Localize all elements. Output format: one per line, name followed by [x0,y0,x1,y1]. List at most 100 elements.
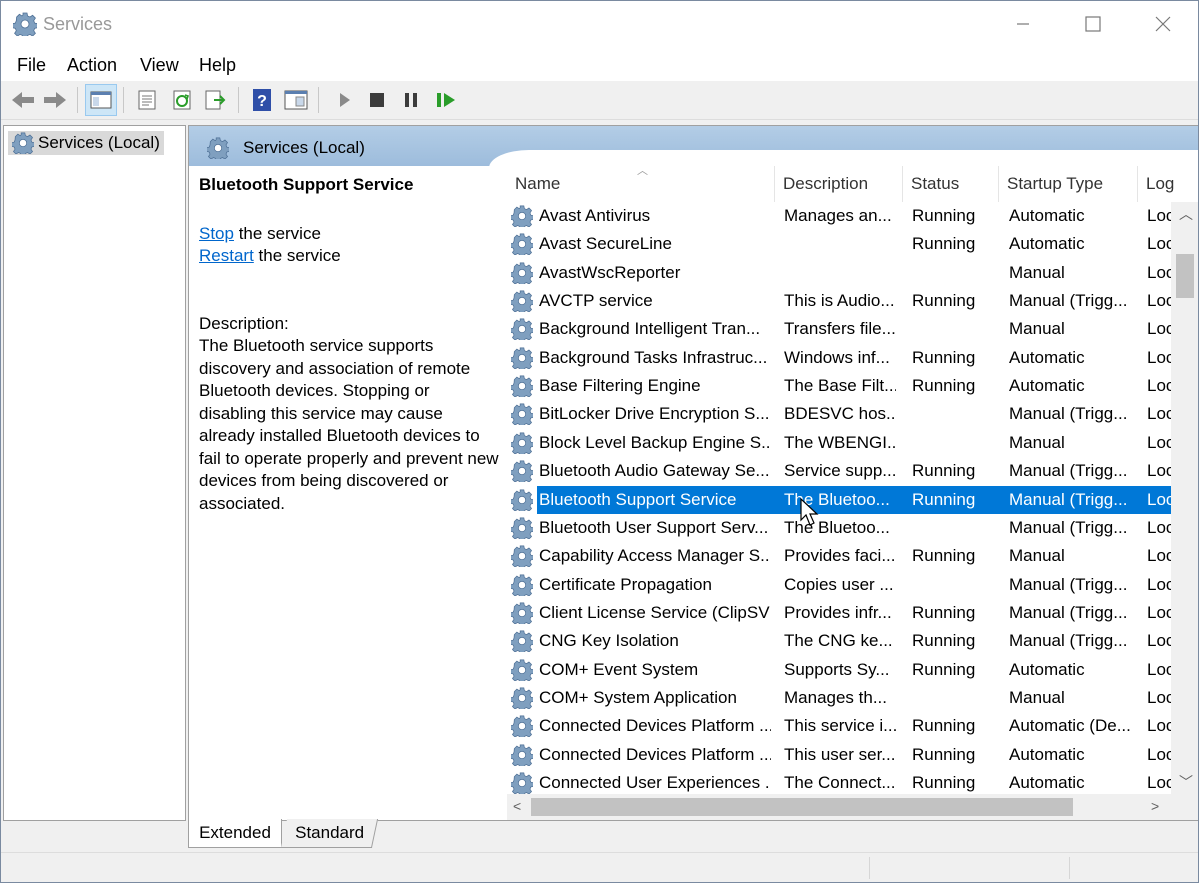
horizontal-scroll-thumb[interactable] [531,798,1073,816]
table-row[interactable]: Capability Access Manager S... Provides f… [507,542,1171,570]
service-gear-icon [511,233,533,255]
back-button[interactable] [7,84,39,116]
start-service-button[interactable] [328,84,360,116]
cell-name: Avast SecureLine [539,234,672,254]
pause-service-button[interactable] [395,84,427,116]
vertical-scroll-thumb[interactable] [1176,254,1194,298]
cell-startup-type: Manual (Trigg... [1009,489,1128,509]
cell-description: This user ser... [784,744,896,764]
services-gear-icon [207,137,229,159]
cell-log-on-as: Loc [1147,631,1171,651]
service-gear-icon [511,602,533,624]
scroll-right-icon[interactable]: > [1151,798,1159,814]
svg-text:?: ? [257,93,267,110]
service-gear-icon [511,744,533,766]
services-pane: Services (Local) Bluetooth Support Servi… [188,125,1198,821]
maximize-icon [1085,16,1101,32]
table-row[interactable]: COM+ System Application Manages th... Manu… [507,684,1171,712]
table-row[interactable]: Background Intelligent Tran... Transfers … [507,315,1171,343]
column-header-startup-type[interactable]: Startup Type [999,166,1138,202]
menu-help[interactable]: Help [199,55,236,76]
scroll-down-icon[interactable]: ﹀ [1179,772,1193,792]
cell-name: Certificate Propagation [539,574,712,594]
show-hide-console-tree-button[interactable] [85,84,117,116]
title-bar[interactable]: Services [1,1,1198,47]
cell-status: Running [912,234,976,254]
table-row[interactable]: COM+ Event System Supports Sy... Running Au… [507,656,1171,684]
column-header-description[interactable]: Description [775,166,903,202]
table-row[interactable]: Avast Antivirus Manages an... Running Autom… [507,202,1171,230]
services-gear-icon [12,132,34,154]
table-row[interactable]: Base Filtering Engine The Base Filt... Run… [507,372,1171,400]
cell-status: Running [912,546,976,566]
description-text: The Bluetooth service supports discovery… [199,336,499,513]
cell-name: Block Level Backup Engine S... [539,432,771,452]
forward-button[interactable] [39,84,71,116]
stop-service-link[interactable]: Stop [199,224,234,243]
menu-file[interactable]: File [17,55,46,76]
table-row[interactable]: Connected Devices Platform ... This user … [507,741,1171,769]
scroll-left-icon[interactable]: < [513,798,521,814]
menu-view[interactable]: View [140,55,179,76]
column-header-status[interactable]: Status [903,166,999,202]
table-row[interactable]: Background Tasks Infrastruc... Windows in… [507,344,1171,372]
properties-button[interactable] [131,84,163,116]
table-row[interactable]: BitLocker Drive Encryption S... BDESVC ho… [507,400,1171,428]
cell-startup-type: Automatic [1009,347,1085,367]
table-row[interactable]: AVCTP service This is Audio... Running Manu… [507,287,1171,315]
restart-service-link[interactable]: Restart [199,246,254,265]
menu-action[interactable]: Action [67,55,117,76]
service-gear-icon [511,489,533,511]
help-topics-button[interactable] [280,84,312,116]
table-row[interactable]: AvastWscReporter Manual Loc [507,259,1171,287]
table-row[interactable]: Block Level Backup Engine S... The WBENGI… [507,429,1171,457]
cell-startup-type: Automatic [1009,206,1085,225]
tab-standard[interactable]: Standard [280,819,379,848]
stop-service-button[interactable] [361,84,393,116]
cell-name: Client License Service (ClipSV [539,602,770,622]
console-tree-icon [90,91,112,109]
column-header-log-on-as[interactable]: Log [1138,166,1198,202]
cell-description [784,259,896,287]
status-bar [1,852,1198,882]
table-row[interactable]: Bluetooth User Support Serv... The Blueto… [507,514,1171,542]
service-gear-icon [511,687,533,709]
cell-startup-type: Manual [1009,319,1065,339]
column-header-name[interactable]: Name [507,166,775,202]
cell-status: Running [912,347,976,367]
help-button[interactable]: ? [246,84,278,116]
horizontal-scrollbar[interactable]: < > [507,794,1171,820]
console-tree: Services (Local) [3,125,186,821]
maximize-button[interactable] [1058,1,1128,47]
close-button[interactable] [1128,1,1198,47]
restart-service-button[interactable] [430,84,462,116]
list-header: ︿ Name Description Status Startup Type L… [507,165,1198,202]
table-row[interactable]: Connected User Experiences ... The Connec… [507,769,1171,794]
vertical-scrollbar[interactable]: ︿ ﹀ [1171,202,1198,794]
cell-startup-type: Automatic [1009,376,1085,396]
cell-name: Bluetooth Support Service [539,489,737,509]
minimize-button[interactable] [988,1,1058,47]
table-row[interactable]: Avast SecureLine Running Automatic Loc [507,230,1171,258]
service-gear-icon [511,460,533,482]
tree-item-services-local[interactable]: Services (Local) [8,131,164,155]
export-list-button[interactable] [200,84,232,116]
cell-name: Connected Devices Platform ... [539,716,771,736]
table-row[interactable]: CNG Key Isolation The CNG ke... Running Man… [507,627,1171,655]
restart-icon [437,93,455,107]
table-row[interactable]: Bluetooth Audio Gateway Se... Service sup… [507,457,1171,485]
refresh-button[interactable] [166,84,198,116]
cell-name: COM+ Event System [539,659,699,679]
close-icon [1155,16,1171,32]
table-row[interactable]: Bluetooth Support Service The Bluetoo... R… [507,485,1171,514]
table-row[interactable]: Certificate Propagation Copies user ... Ma… [507,571,1171,599]
table-row[interactable]: Connected Devices Platform ... This servi… [507,712,1171,740]
table-row[interactable]: Client License Service (ClipSV Provides i… [507,599,1171,627]
selected-service-title: Bluetooth Support Service [199,175,414,194]
scroll-up-icon[interactable]: ︿ [1179,204,1193,224]
tab-extended[interactable]: Extended [188,819,282,848]
cell-name: Connected User Experiences ... [539,773,771,792]
cell-startup-type: Manual (Trigg... [1009,574,1128,594]
cell-description: Windows inf... [784,347,890,367]
list-rows: Avast Antivirus Manages an... Running Autom… [507,202,1171,794]
